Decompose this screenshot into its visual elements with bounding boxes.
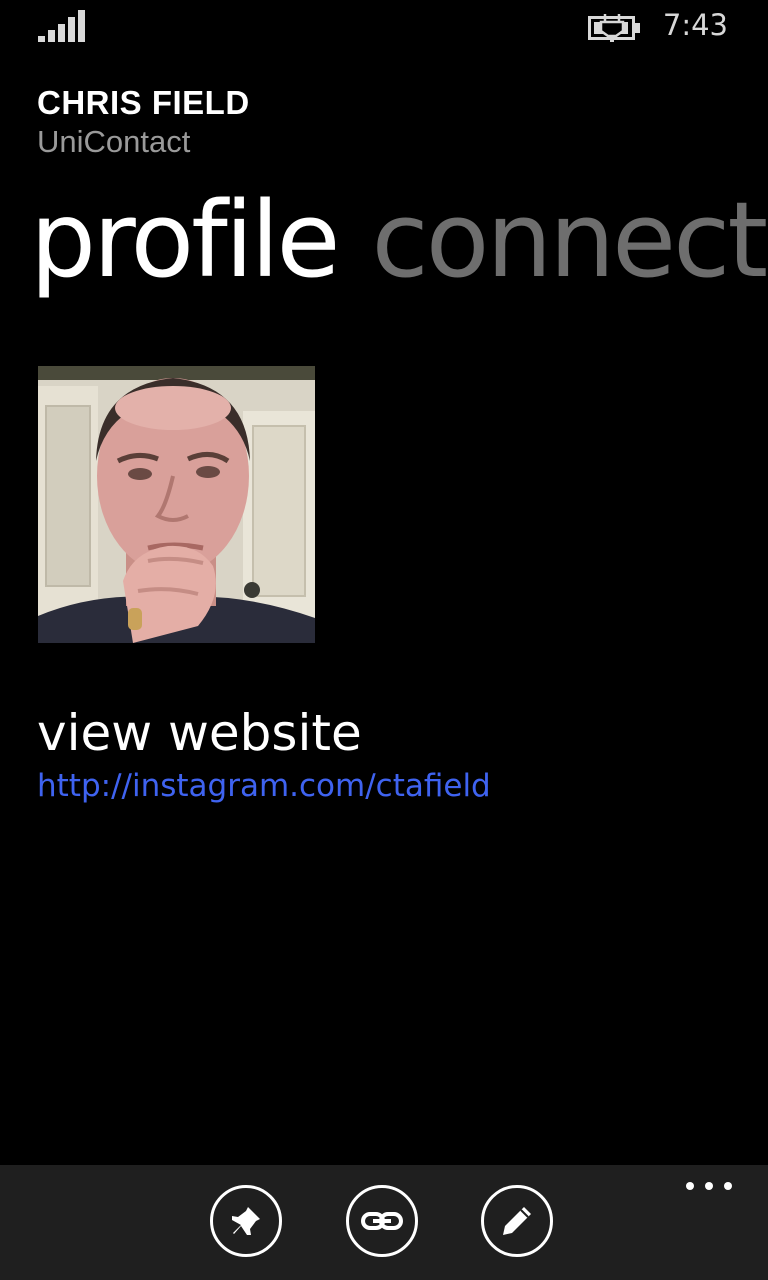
pin-button[interactable] — [210, 1185, 282, 1257]
tab-connect[interactable]: connect — [372, 175, 768, 305]
app-bar — [0, 1165, 768, 1280]
status-bar: 7:43 — [0, 0, 768, 56]
edit-button[interactable] — [481, 1185, 553, 1257]
link-icon — [361, 1212, 403, 1230]
website-label[interactable]: view website — [37, 704, 362, 762]
app-name: UniContact — [37, 124, 191, 159]
link-button[interactable] — [346, 1185, 418, 1257]
edit-icon — [503, 1207, 531, 1235]
profile-photo-illustration — [38, 366, 315, 643]
pin-icon — [232, 1207, 260, 1235]
tab-profile[interactable]: profile — [30, 175, 341, 305]
website-link[interactable]: http://instagram.com/ctafield — [37, 768, 491, 804]
clock: 7:43 — [662, 8, 728, 42]
app-header: CHRIS FIELD UniContact — [37, 84, 250, 160]
contact-name: CHRIS FIELD — [37, 84, 250, 121]
battery-charging-icon — [588, 14, 640, 42]
pivot-header: profile connect — [30, 175, 768, 305]
more-ellipsis-icon[interactable] — [686, 1179, 732, 1193]
signal-strength-icon — [38, 10, 85, 42]
profile-photo — [38, 366, 315, 643]
